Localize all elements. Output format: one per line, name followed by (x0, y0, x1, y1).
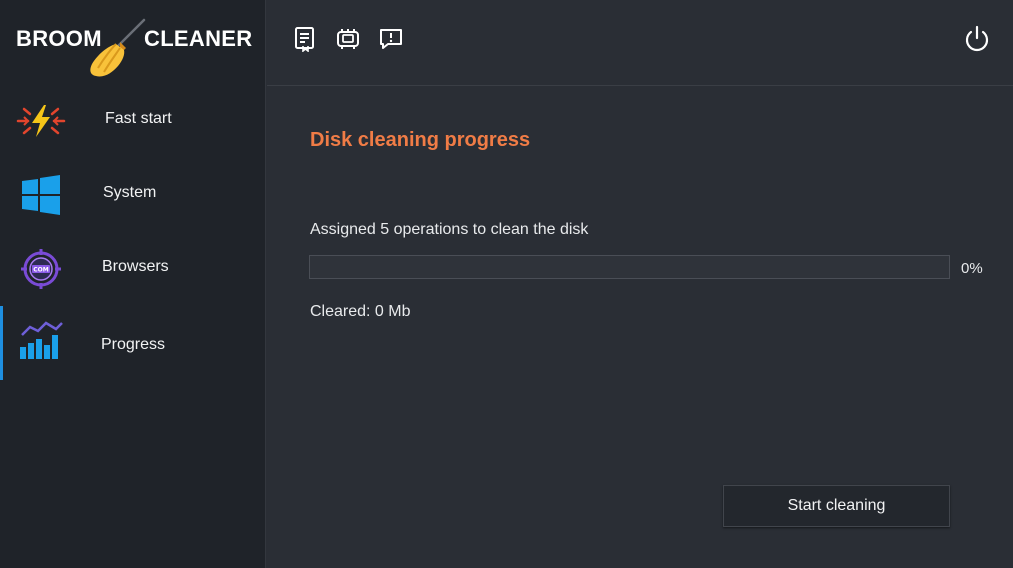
app-logo: BROOM CLEANER (0, 0, 266, 86)
power-icon[interactable] (962, 24, 992, 54)
sidebar-item-browsers[interactable]: COM Browsers (0, 236, 266, 302)
sidebar-item-system[interactable]: System (0, 162, 266, 228)
broom-icon (90, 18, 146, 77)
logo-text-cleaner: CLEANER (144, 26, 253, 51)
start-cleaning-button[interactable]: Start cleaning (723, 485, 950, 527)
com-target-icon: COM (21, 249, 61, 289)
sidebar-item-label: System (103, 184, 157, 201)
feedback-icon[interactable] (378, 26, 404, 52)
sidebar: BROOM CLEANER Fast start System COM Brow… (0, 0, 266, 568)
sidebar-item-label: Fast start (105, 110, 172, 127)
page-title: Disk cleaning progress (310, 129, 531, 151)
sidebar-item-label: Progress (101, 336, 166, 353)
lightning-icon (16, 105, 66, 137)
svg-text:COM: COM (33, 267, 49, 274)
sidebar-item-progress[interactable]: Progress (0, 306, 266, 380)
cleared-amount: Cleared: 0 Mb (310, 303, 411, 320)
main-panel: Disk cleaning progress Assigned 5 operat… (267, 87, 1013, 568)
windows-icon (22, 175, 60, 215)
hardware-icon[interactable] (335, 26, 361, 52)
chart-icon (20, 321, 63, 359)
progress-percent: 0% (961, 260, 983, 277)
top-toolbar (267, 0, 1013, 86)
report-icon[interactable] (292, 26, 318, 52)
sidebar-item-fast-start[interactable]: Fast start (0, 88, 266, 154)
progress-bar (309, 255, 950, 279)
sidebar-item-label: Browsers (102, 258, 169, 275)
operations-status: Assigned 5 operations to clean the disk (310, 221, 589, 238)
